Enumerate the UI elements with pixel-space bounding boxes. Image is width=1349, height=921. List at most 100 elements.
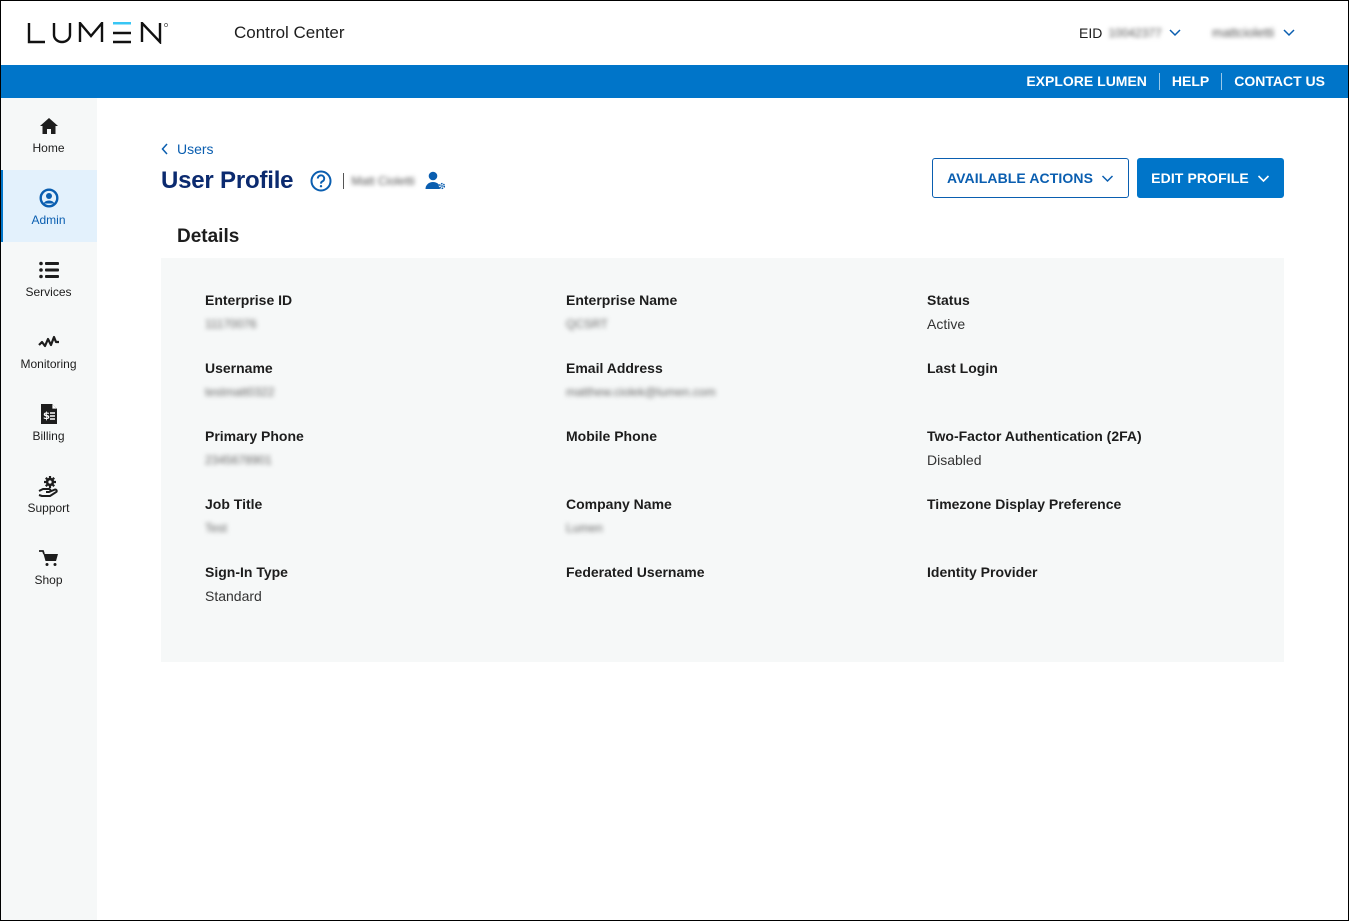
breadcrumb-back-link[interactable]: Users <box>161 141 214 157</box>
field-label: Identity Provider <box>927 564 1038 580</box>
app-title: Control Center <box>234 23 345 42</box>
pulse-icon <box>37 330 61 354</box>
user-circle-icon <box>37 186 61 210</box>
eid-selector[interactable]: EID 10042377 <box>1079 25 1182 41</box>
field-value <box>566 587 927 605</box>
user-settings-icon[interactable] <box>425 171 447 191</box>
home-icon <box>37 114 61 138</box>
sidebar-item-shop[interactable]: Shop <box>0 530 97 602</box>
field-value <box>566 451 927 469</box>
chevron-down-icon[interactable] <box>1168 28 1182 38</box>
sidebar-item-label: Support <box>27 500 70 515</box>
title-divider <box>343 173 345 189</box>
field-label: Federated Username <box>566 564 705 580</box>
help-circle-icon[interactable] <box>310 170 332 192</box>
chevron-down-icon <box>1283 28 1295 36</box>
field-job-title: Job Title Test <box>205 495 566 563</box>
field-label: Enterprise ID <box>205 292 293 308</box>
sidebar-item-label: Monitoring <box>20 356 77 371</box>
sidebar-item-monitoring[interactable]: Monitoring <box>0 314 97 386</box>
edit-profile-button[interactable]: EDIT PROFILE <box>1137 158 1284 198</box>
field-label: Mobile Phone <box>566 428 657 444</box>
field-value: QCSRT <box>566 317 608 331</box>
field-label: Last Login <box>927 360 998 376</box>
field-sign-in-type: Sign-In Type Standard <box>205 563 566 631</box>
eid-label: EID <box>1079 25 1103 41</box>
field-federated-username: Federated Username <box>566 563 927 631</box>
field-value: testmatt0322 <box>205 385 275 399</box>
field-label: Primary Phone <box>205 428 304 444</box>
sidebar-item-billing[interactable]: $ Billing <box>0 386 97 458</box>
field-identity-provider: Identity Provider <box>927 563 1288 631</box>
field-label: Email Address <box>566 360 663 376</box>
field-company-name: Company Name Lumen <box>566 495 927 563</box>
field-primary-phone: Primary Phone 2345678901 <box>205 427 566 495</box>
available-actions-button[interactable]: AVAILABLE ACTIONS <box>932 158 1129 198</box>
utility-bar: EXPLORE LUMEN HELP CONTACT US <box>0 65 1349 98</box>
field-label: Enterprise Name <box>566 292 678 308</box>
field-label: Two-Factor Authentication (2FA) <box>927 428 1142 444</box>
utility-links: EXPLORE LUMEN HELP CONTACT US <box>1014 65 1325 98</box>
field-value: matthew.ciolek@lumen.com <box>566 385 716 399</box>
field-two-factor-authentication: Two-Factor Authentication (2FA) Disabled <box>927 427 1288 495</box>
field-last-login: Last Login <box>927 359 1288 427</box>
list-icon <box>37 258 61 282</box>
svg-text:$: $ <box>43 411 50 422</box>
sidebar-nav: Home Admin Services Monitoring $ Billing… <box>0 98 97 921</box>
sidebar-item-home[interactable]: Home <box>0 98 97 170</box>
field-value: Standard <box>205 588 262 604</box>
field-label: Company Name <box>566 496 672 512</box>
help-link[interactable]: HELP <box>1160 73 1221 90</box>
field-label: Status <box>927 292 970 308</box>
cart-icon <box>37 546 61 570</box>
lumen-logo-mark <box>27 22 168 44</box>
sidebar-item-label: Billing <box>32 428 65 443</box>
field-value: Test <box>205 521 228 535</box>
field-value <box>927 587 1288 605</box>
field-label: Timezone Display Preference <box>927 496 1122 512</box>
details-heading: Details <box>177 226 240 247</box>
support-gear-hand-icon <box>37 474 61 498</box>
details-grid: Enterprise ID 11170076 Enterprise Name QCSR… <box>205 291 1288 631</box>
chevron-down-icon <box>1257 174 1269 182</box>
profile-user-name: Matt Cioletti <box>351 174 415 188</box>
available-actions-label: AVAILABLE ACTIONS <box>946 170 1094 186</box>
sidebar-item-label: Shop <box>34 572 63 587</box>
main-content: Users User Profile Matt Cioletti AVAILAB… <box>97 98 1349 921</box>
field-username: Username testmatt0322 <box>205 359 566 427</box>
page-title: User Profile <box>161 167 294 194</box>
field-value: Active <box>927 316 966 332</box>
sidebar-item-label: Admin <box>31 212 66 227</box>
edit-profile-label: EDIT PROFILE <box>1151 170 1249 186</box>
lumen-logo[interactable] <box>27 20 169 46</box>
sidebar-item-admin[interactable]: Admin <box>0 170 97 242</box>
chevron-down-icon <box>1102 174 1114 182</box>
field-enterprise-id: Enterprise ID 11170076 <box>205 291 566 359</box>
field-label: Username <box>205 360 273 376</box>
breadcrumb-users: Users <box>177 141 214 157</box>
field-email-address: Email Address matthew.ciolek@lumen.com <box>566 359 927 427</box>
sidebar-item-services[interactable]: Services <box>0 242 97 314</box>
invoice-icon: $ <box>37 402 61 426</box>
field-value <box>927 519 1288 537</box>
field-value: Lumen <box>566 521 603 535</box>
sidebar-item-label: Home <box>32 140 65 155</box>
top-header: Control Center EID 10042377 mattcioletti <box>0 0 1349 65</box>
field-timezone-display-preference: Timezone Display Preference <box>927 495 1288 563</box>
field-mobile-phone: Mobile Phone <box>566 427 927 495</box>
eid-value: 10042377 <box>1108 26 1162 40</box>
field-status: Status Active <box>927 291 1288 359</box>
sidebar-item-support[interactable]: Support <box>0 458 97 530</box>
field-value <box>927 383 1288 401</box>
user-menu[interactable]: mattcioletti <box>1212 25 1296 40</box>
contact-us-link[interactable]: CONTACT US <box>1222 73 1325 90</box>
chevron-left-icon <box>161 143 168 155</box>
field-value: Disabled <box>927 452 982 468</box>
field-value: 11170076 <box>205 317 257 331</box>
explore-lumen-link[interactable]: EXPLORE LUMEN <box>1014 73 1159 90</box>
page-title-row: User Profile Matt Cioletti <box>161 167 447 195</box>
field-enterprise-name: Enterprise Name QCSRT <box>566 291 927 359</box>
details-card: Enterprise ID 11170076 Enterprise Name QCSR… <box>161 258 1284 662</box>
field-value: 2345678901 <box>205 453 272 467</box>
field-label: Sign-In Type <box>205 564 288 580</box>
